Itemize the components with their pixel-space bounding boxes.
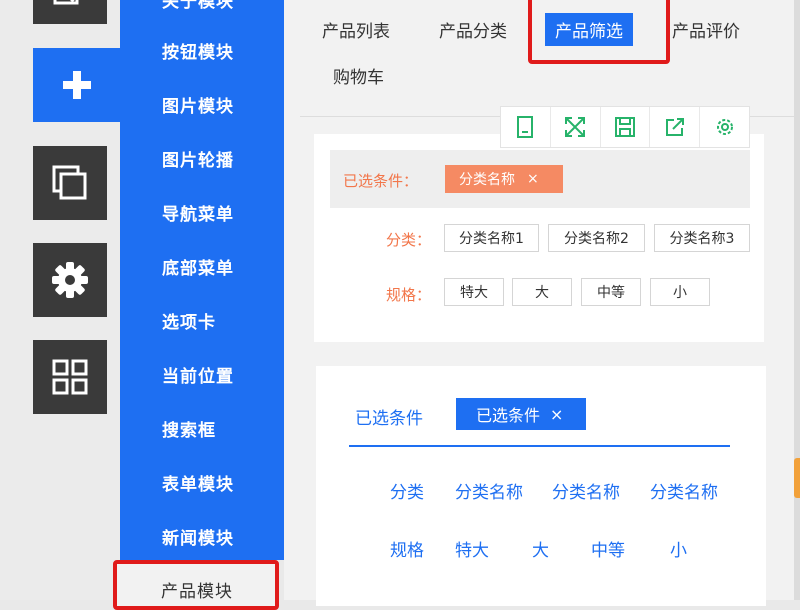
scrollbar-handle[interactable] bbox=[794, 458, 800, 498]
settings-button[interactable] bbox=[700, 107, 749, 147]
menu-item-product[interactable]: 产品模块 bbox=[161, 577, 233, 602]
expand-icon bbox=[565, 117, 586, 137]
spec-chip[interactable]: 小 bbox=[650, 278, 710, 306]
selected-tag-2-label: 已选条件 bbox=[476, 406, 541, 425]
spec-label: 规格： bbox=[386, 286, 432, 304]
category-option[interactable]: 分类名称 bbox=[650, 478, 718, 503]
close-icon[interactable]: × bbox=[527, 171, 539, 187]
category-label-2: 分类 bbox=[390, 483, 424, 503]
fullscreen-button[interactable] bbox=[551, 107, 601, 147]
save-icon bbox=[614, 117, 635, 137]
edit-icon bbox=[53, 0, 79, 5]
settings-icon-button[interactable] bbox=[33, 243, 107, 317]
close-icon[interactable]: × bbox=[550, 405, 563, 424]
selected-tag-2[interactable]: 已选条件 × bbox=[456, 398, 586, 430]
menu-item-nav[interactable]: 导航菜单 bbox=[162, 200, 234, 225]
spec-option[interactable]: 小 bbox=[670, 536, 687, 561]
mobile-button[interactable] bbox=[501, 107, 551, 147]
category-chip[interactable]: 分类名称2 bbox=[548, 224, 645, 252]
selected-tag-label: 分类名称 bbox=[459, 172, 515, 188]
gear-icon bbox=[716, 119, 733, 135]
share-icon bbox=[665, 118, 684, 136]
right-panel-edge bbox=[794, 0, 800, 600]
component-toolbar bbox=[500, 106, 750, 148]
save-button[interactable] bbox=[601, 107, 651, 147]
filter-divider bbox=[349, 445, 730, 447]
menu-item-footer[interactable]: 底部菜单 bbox=[162, 254, 234, 279]
selected-conditions-label: 已选条件： bbox=[343, 172, 419, 190]
tab-cart[interactable]: 购物车 bbox=[333, 63, 384, 88]
spec-option[interactable]: 特大 bbox=[455, 536, 489, 561]
spec-chip[interactable]: 中等 bbox=[581, 278, 641, 306]
tab-product-review[interactable]: 产品评价 bbox=[672, 17, 740, 42]
spec-chip[interactable]: 大 bbox=[512, 278, 572, 306]
active-tab-highlight bbox=[528, 0, 670, 64]
mobile-icon bbox=[517, 116, 534, 138]
menu-item-image[interactable]: 图片模块 bbox=[162, 92, 234, 117]
menu-item-product-highlight[interactable]: 产品模块 bbox=[113, 560, 279, 610]
module-menu: 关于模块 按钮模块 图片模块 图片轮播 导航菜单 底部菜单 选项卡 当前位置 搜… bbox=[120, 0, 284, 560]
category-label: 分类： bbox=[386, 231, 432, 249]
menu-item-button[interactable]: 按钮模块 bbox=[162, 38, 234, 63]
grid-icon bbox=[52, 359, 88, 395]
selected-conditions-label-2: 已选条件 bbox=[355, 409, 423, 429]
menu-item-news[interactable]: 新闻模块 bbox=[162, 524, 234, 549]
layout-icon-button[interactable] bbox=[33, 340, 107, 414]
category-option[interactable]: 分类名称 bbox=[455, 478, 523, 503]
menu-item-about[interactable]: 关于模块 bbox=[162, 0, 234, 12]
spec-label-2: 规格 bbox=[390, 541, 424, 561]
spec-option[interactable]: 中等 bbox=[591, 536, 625, 561]
category-option[interactable]: 分类名称 bbox=[552, 478, 620, 503]
tab-product-list[interactable]: 产品列表 bbox=[322, 17, 390, 42]
tab-product-category[interactable]: 产品分类 bbox=[439, 17, 507, 42]
spec-chip[interactable]: 特大 bbox=[444, 278, 504, 306]
edit-icon-button[interactable] bbox=[33, 0, 107, 24]
gear-icon bbox=[52, 262, 88, 298]
menu-item-carousel[interactable]: 图片轮播 bbox=[162, 146, 234, 171]
add-icon-button[interactable] bbox=[33, 48, 120, 122]
copy-icon bbox=[52, 165, 87, 200]
category-chip[interactable]: 分类名称3 bbox=[654, 224, 750, 252]
menu-item-search[interactable]: 搜索框 bbox=[162, 416, 216, 441]
menu-item-form[interactable]: 表单模块 bbox=[162, 470, 234, 495]
menu-item-breadcrumb[interactable]: 当前位置 bbox=[162, 362, 234, 387]
menu-item-tabs[interactable]: 选项卡 bbox=[162, 308, 216, 333]
share-button[interactable] bbox=[650, 107, 701, 147]
copy-icon-button[interactable] bbox=[33, 146, 107, 220]
spec-option[interactable]: 大 bbox=[532, 536, 549, 561]
selected-tag[interactable]: 分类名称 × bbox=[445, 165, 563, 193]
category-chip[interactable]: 分类名称1 bbox=[444, 224, 539, 252]
plus-icon bbox=[62, 71, 91, 99]
